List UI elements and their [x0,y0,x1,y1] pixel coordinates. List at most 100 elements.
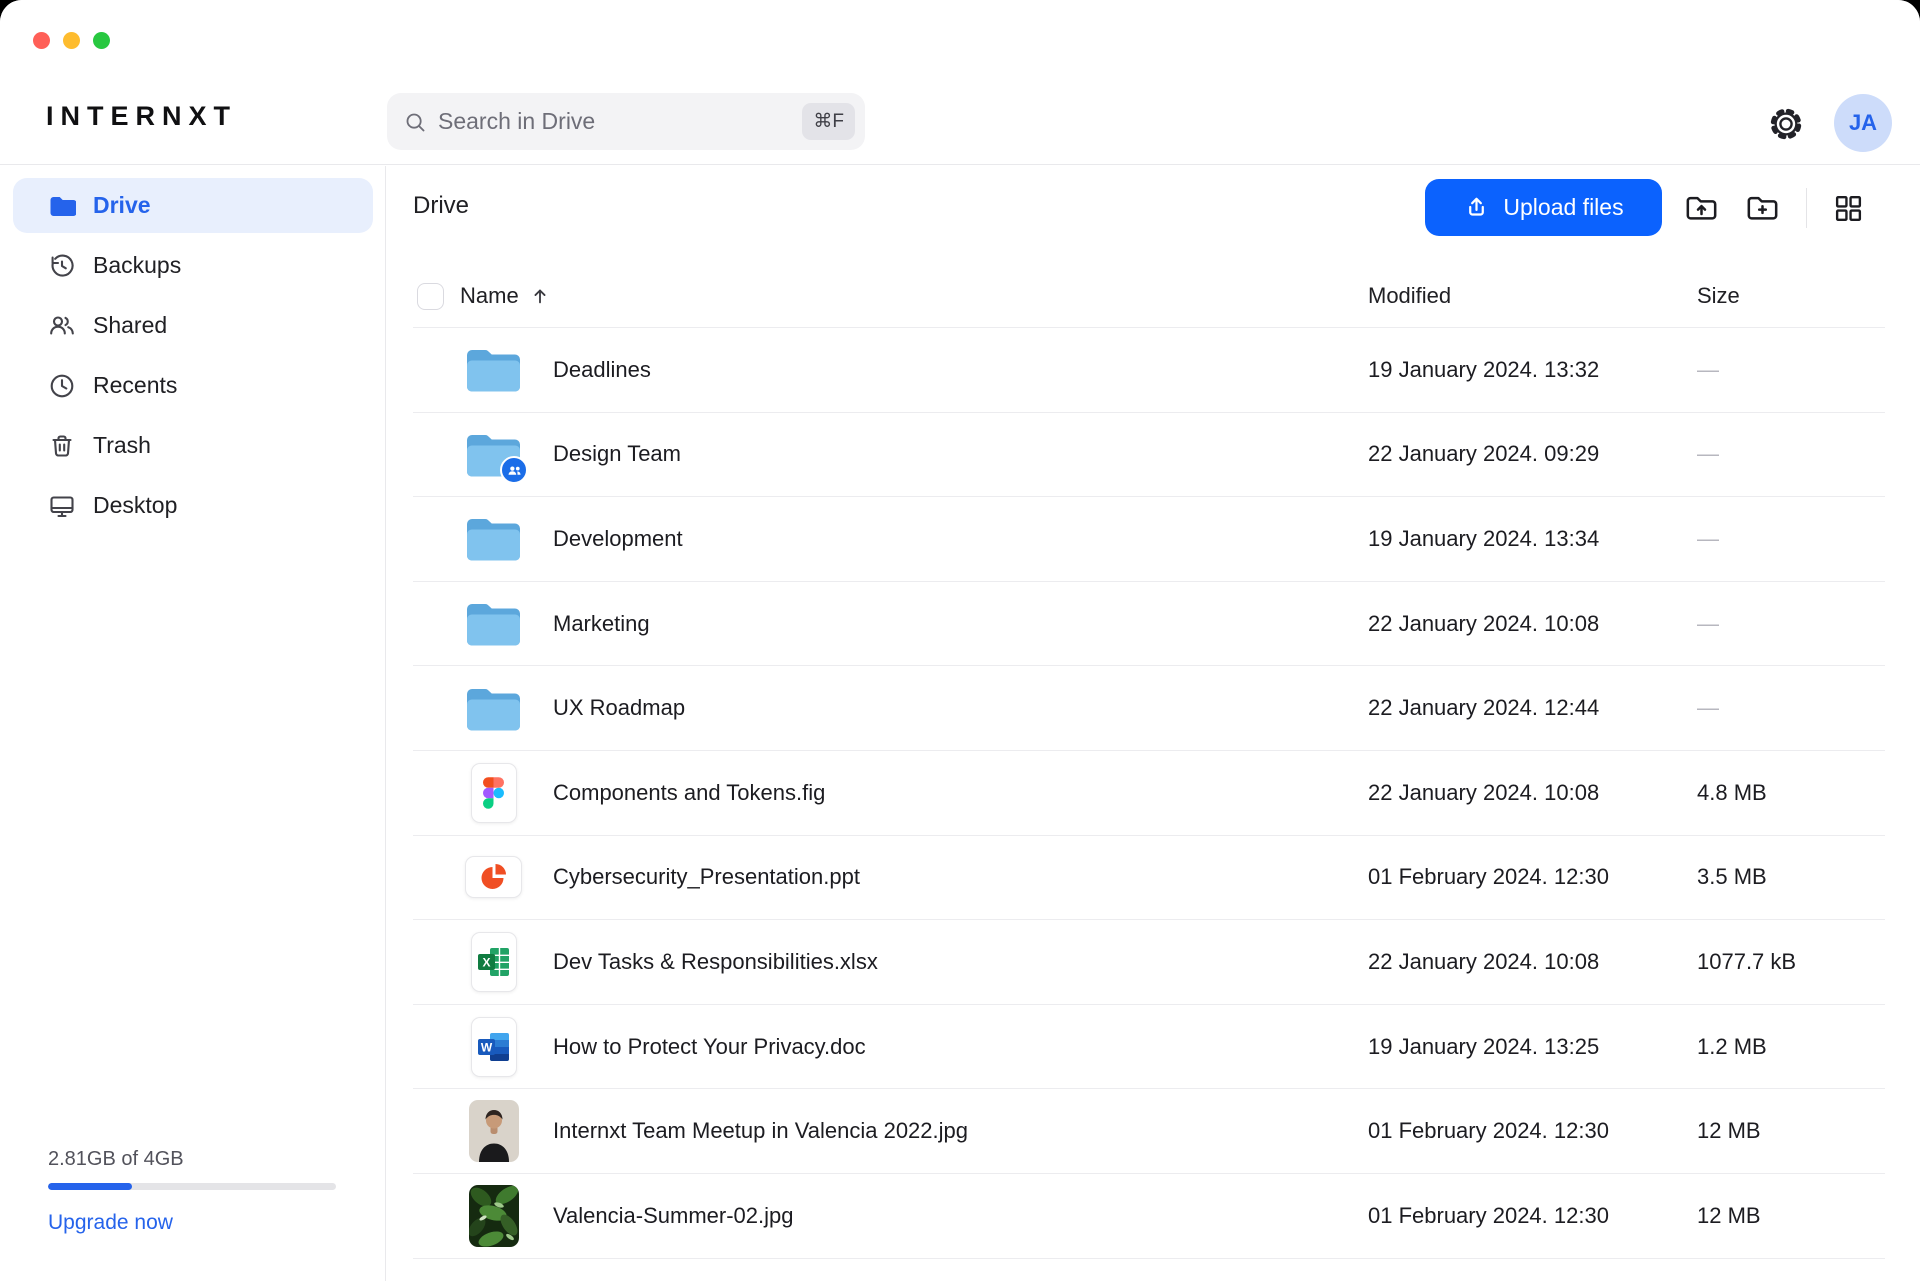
file-icon-slot [465,1184,522,1248]
table-row[interactable]: UX Roadmap 22 January 2024. 12:44 — [413,666,1885,751]
folder-upload-icon [1684,191,1719,226]
shared-people-icon [48,312,76,340]
svg-text:W: W [480,1040,492,1054]
file-size: 4.8 MB [1697,780,1885,806]
table-row[interactable]: W How to Protect Your Privacy.doc 19 Jan… [413,1005,1885,1090]
search-bar[interactable]: ⌘F [387,93,865,150]
sidebar-item-desktop[interactable]: Desktop [13,478,373,533]
file-modified: 22 January 2024. 10:08 [1368,611,1697,637]
gear-icon [1768,106,1804,142]
maximize-button[interactable] [93,32,110,49]
file-name-cell: X Dev Tasks & Responsibilities.xlsx [413,930,1368,994]
file-name: Marketing [553,611,650,637]
file-size: — [1697,695,1885,721]
upload-files-button[interactable]: Upload files [1425,179,1662,236]
excel-file-icon: X [471,932,517,992]
close-button[interactable] [33,32,50,49]
new-folder-button[interactable] [1745,191,1780,226]
minimize-button[interactable] [63,32,80,49]
desktop-icon [48,492,76,520]
grid-view-button[interactable] [1833,193,1864,224]
file-icon-slot [465,422,522,486]
recents-clock-icon [48,372,76,400]
table-row[interactable]: Development 19 January 2024. 13:34 — [413,497,1885,582]
sidebar-item-label: Drive [93,192,151,219]
grid-view-icon [1833,193,1864,224]
sidebar-item-icon-slot [48,372,76,400]
word-file-icon: W [471,1017,517,1077]
sidebar-item-icon-slot [48,252,76,280]
file-modified: 19 January 2024. 13:34 [1368,526,1697,552]
file-name: UX Roadmap [553,695,685,721]
file-modified: 01 February 2024. 12:30 [1368,1118,1697,1144]
file-name: Dev Tasks & Responsibilities.xlsx [553,949,878,975]
file-name-cell: Design Team [413,422,1368,486]
file-name: Components and Tokens.fig [553,780,825,806]
file-size: — [1697,357,1885,383]
main-content: Drive Upload files Name [386,166,1920,1281]
file-modified: 22 January 2024. 09:29 [1368,441,1697,467]
sidebar-item-backups[interactable]: Backups [13,238,373,293]
search-shortcut-badge: ⌘F [802,103,855,140]
window-controls [33,32,110,49]
table-row[interactable]: Components and Tokens.fig 22 January 202… [413,751,1885,836]
file-name-cell: W How to Protect Your Privacy.doc [413,1015,1368,1079]
avatar[interactable]: JA [1834,94,1892,152]
file-icon-slot [465,761,522,825]
file-name-cell: Marketing [413,592,1368,656]
sidebar-item-drive[interactable]: Drive [13,178,373,233]
file-icon-slot [465,1099,522,1163]
file-name: How to Protect Your Privacy.doc [553,1034,866,1060]
folder-icon [465,686,522,731]
file-icon-slot [465,676,522,740]
column-header-modified[interactable]: Modified [1368,283,1697,309]
toolbar [1684,188,1864,228]
settings-button[interactable] [1766,104,1806,144]
upgrade-now-link[interactable]: Upgrade now [48,1211,336,1235]
file-table-header: Name Modified Size [413,265,1885,328]
file-icon-slot: X [465,930,522,994]
file-modified: 01 February 2024. 12:30 [1368,1203,1697,1229]
file-size: 12 MB [1697,1203,1885,1229]
shared-folder-badge [500,456,528,484]
sidebar-item-icon-slot [48,312,76,340]
table-row[interactable]: Internxt Team Meetup in Valencia 2022.jp… [413,1089,1885,1174]
sidebar-item-label: Backups [93,252,181,279]
select-all-checkbox[interactable] [417,283,444,310]
toolbar-divider [1806,188,1807,228]
sidebar-item-shared[interactable]: Shared [13,298,373,353]
upload-icon [1463,194,1490,221]
table-row[interactable]: Cybersecurity_Presentation.ppt 01 Februa… [413,836,1885,921]
sidebar-item-label: Recents [93,372,177,399]
file-size: 12 MB [1697,1118,1885,1144]
table-row[interactable]: X Dev Tasks & Responsibilities.xlsx 22 J… [413,920,1885,1005]
table-row[interactable]: Marketing 22 January 2024. 10:08 — [413,582,1885,667]
upload-folder-button[interactable] [1684,191,1719,226]
table-row[interactable]: Design Team 22 January 2024. 09:29 — [413,413,1885,498]
file-name-cell: Cybersecurity_Presentation.ppt [413,845,1368,909]
column-header-name[interactable]: Name [413,283,1368,310]
photo-thumbnail-leaves [469,1185,519,1247]
sidebar-item-icon-slot [48,432,76,460]
file-icon-slot [465,507,522,571]
svg-text:X: X [482,955,490,969]
column-header-size[interactable]: Size [1697,283,1885,309]
page-title: Drive [413,192,469,220]
sidebar-item-trash[interactable]: Trash [13,418,373,473]
table-row[interactable]: Valencia-Summer-02.jpg 01 February 2024.… [413,1174,1885,1259]
file-name-cell: Components and Tokens.fig [413,761,1368,825]
folder-icon [465,516,522,561]
storage-usage-text: 2.81GB of 4GB [48,1148,336,1171]
file-icon-slot [465,338,522,402]
backups-history-icon [48,252,76,280]
search-input[interactable] [438,108,790,135]
file-icon-slot [465,845,522,909]
file-name-cell: Valencia-Summer-02.jpg [413,1184,1368,1248]
sidebar-item-recents[interactable]: Recents [13,358,373,413]
table-row[interactable]: Deadlines 19 January 2024. 13:32 — [413,328,1885,413]
sidebar-item-label: Trash [93,432,151,459]
storage-progress-track [48,1183,336,1190]
file-name-cell: Deadlines [413,338,1368,402]
file-table: Name Modified Size Deadlines 19 January … [413,265,1885,1259]
file-icon-slot [465,592,522,656]
